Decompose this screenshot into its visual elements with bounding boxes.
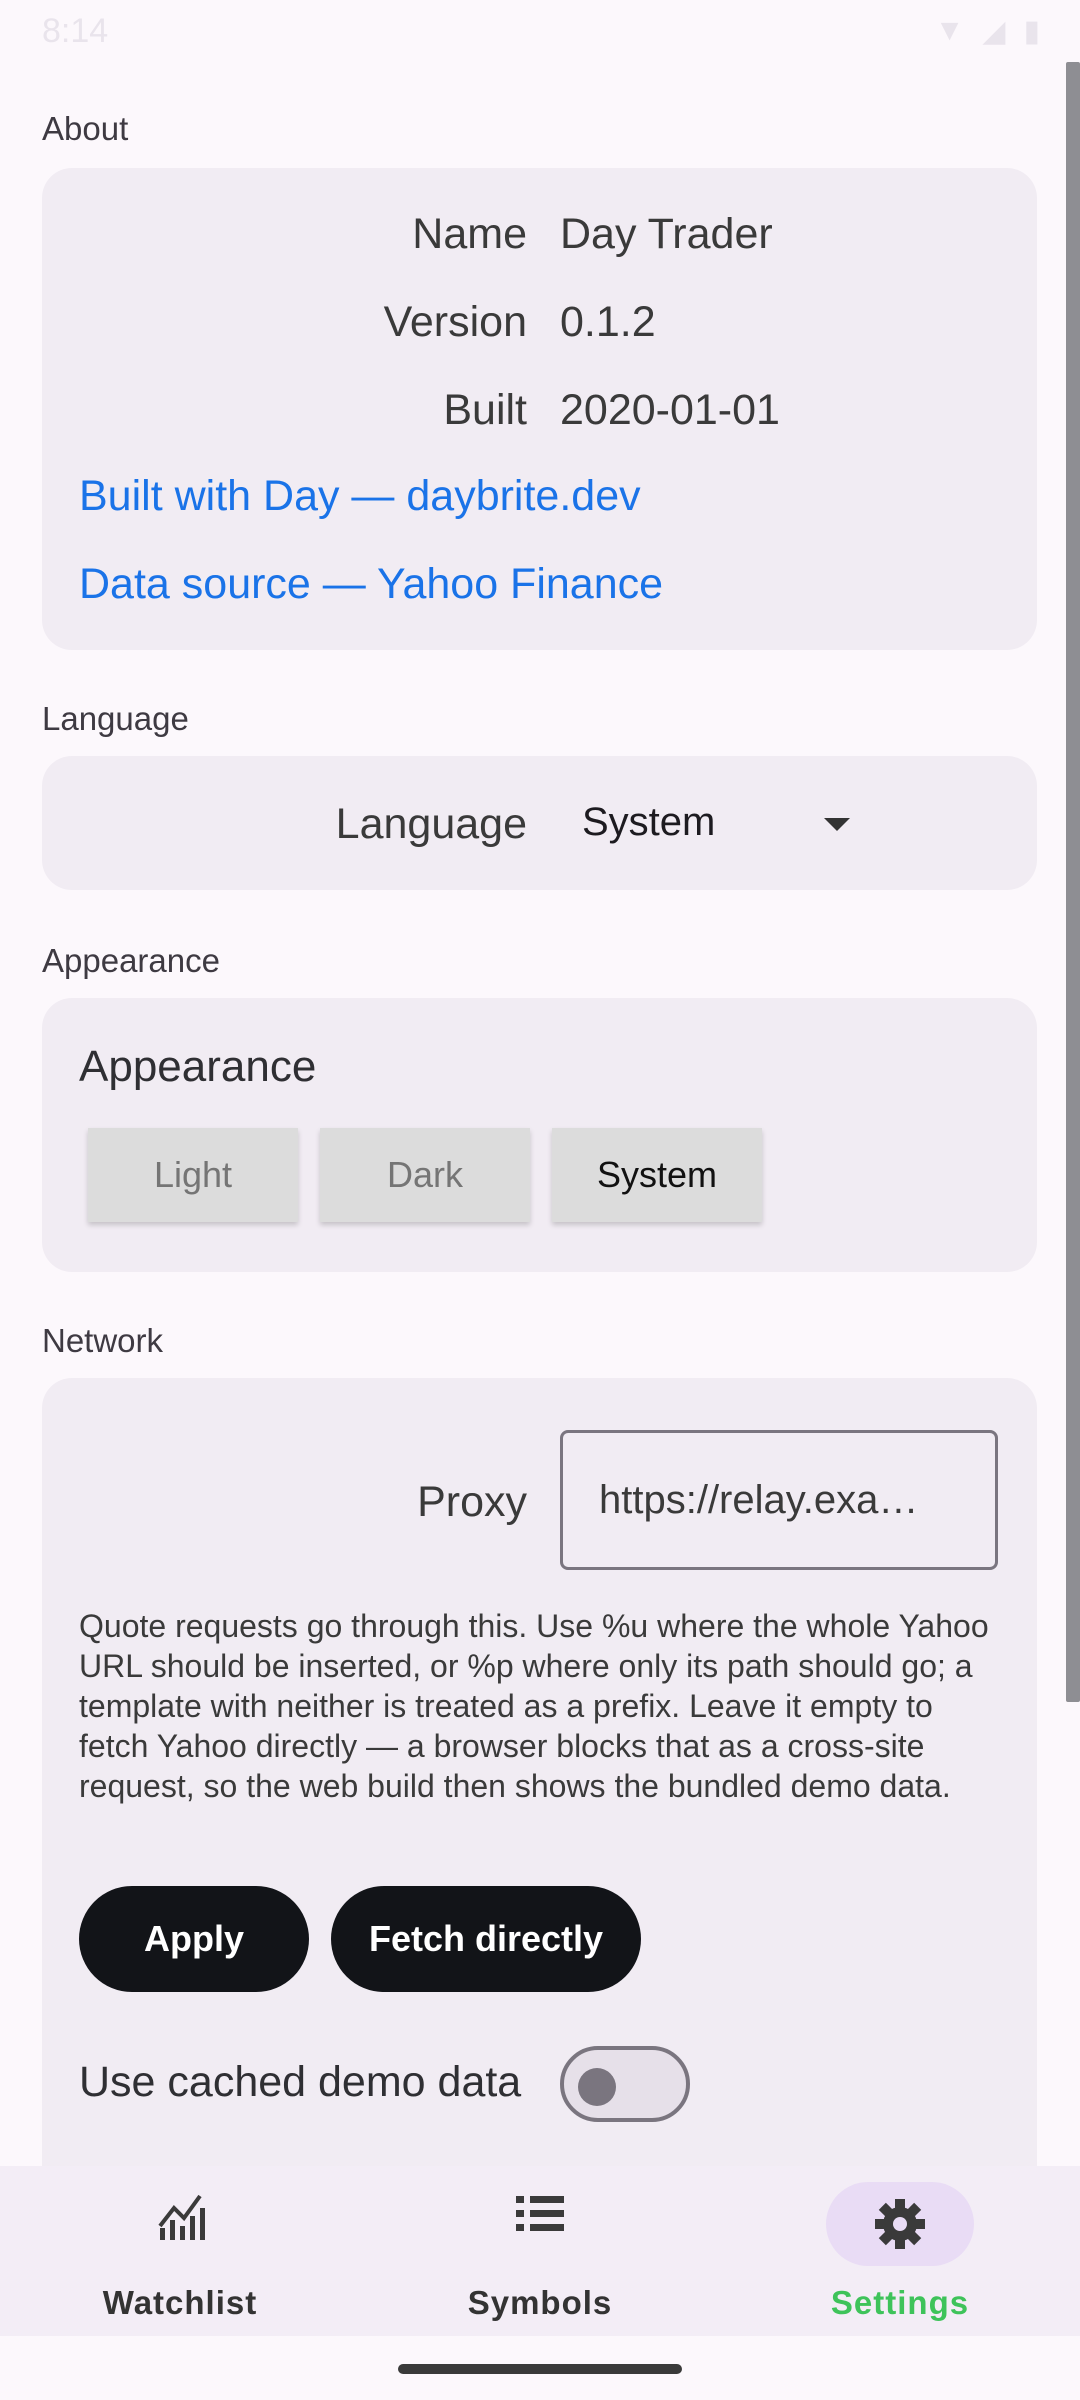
theme-system-button[interactable]: System bbox=[552, 1128, 762, 1222]
network-section-title: Network bbox=[42, 1322, 164, 1359]
status-bar: 8:14 ▼ ◢ ▮ bbox=[0, 0, 1080, 62]
nav-label: Settings bbox=[830, 2284, 970, 2321]
appearance-section-title: Appearance bbox=[42, 942, 220, 979]
list-icon bbox=[516, 2196, 564, 2231]
proxy-input[interactable]: https://relay.exa… bbox=[560, 1430, 998, 1570]
cached-demo-toggle[interactable] bbox=[560, 2046, 690, 2122]
theme-light-button[interactable]: Light bbox=[88, 1128, 298, 1222]
chart-icon bbox=[158, 2194, 205, 2240]
nav-label: Watchlist bbox=[102, 2284, 258, 2321]
scrollbar[interactable] bbox=[1066, 62, 1080, 1702]
network-card: Proxy https://relay.exa… Quote requests … bbox=[42, 1378, 1037, 2208]
status-time: 8:14 bbox=[42, 12, 109, 50]
about-row-version: Version 0.1.2 bbox=[42, 298, 1037, 358]
appearance-card: Appearance Light Dark System bbox=[42, 998, 1037, 1272]
about-row-name: Name Day Trader bbox=[42, 210, 1037, 270]
wifi-icon: ▼ bbox=[934, 14, 965, 47]
signal-icon: ◢ bbox=[982, 15, 1006, 48]
nav-label: Symbols bbox=[467, 2284, 613, 2321]
home-indicator[interactable] bbox=[398, 2364, 682, 2374]
dropdown-arrow-icon bbox=[824, 818, 850, 831]
language-section-title: Language bbox=[42, 700, 189, 737]
nav-item-symbols[interactable]: Symbols bbox=[360, 2166, 720, 2336]
fetch-directly-button[interactable]: Fetch directly bbox=[331, 1886, 641, 1992]
about-card: Name Day Trader Version 0.1.2 Built 2020… bbox=[42, 168, 1037, 650]
nav-item-watchlist[interactable]: Watchlist bbox=[0, 2166, 360, 2336]
data-source-link[interactable]: Data source — Yahoo Finance bbox=[79, 560, 663, 609]
about-row-built: Built 2020-01-01 bbox=[42, 386, 1037, 446]
about-row-value: Day Trader bbox=[560, 210, 773, 258]
nav-item-settings[interactable]: Settings bbox=[720, 2166, 1080, 2336]
proxy-help-text: Quote requests go through this. Use %u w… bbox=[79, 1608, 989, 1804]
about-row-value: 0.1.2 bbox=[560, 298, 656, 346]
built-with-day-link[interactable]: Built with Day — daybrite.dev bbox=[79, 472, 641, 521]
about-section-title: About bbox=[42, 110, 129, 147]
about-row-key: Built bbox=[443, 386, 527, 434]
status-icons: ▼ ◢ ▮ bbox=[935, 14, 1040, 49]
about-row-key: Name bbox=[412, 210, 527, 258]
about-row-value: 2020-01-01 bbox=[560, 386, 780, 434]
battery-icon: ▮ bbox=[1023, 15, 1040, 48]
gear-icon bbox=[875, 2199, 925, 2249]
about-row-key: Version bbox=[383, 298, 527, 346]
language-label: Language bbox=[335, 800, 527, 848]
theme-dark-button[interactable]: Dark bbox=[320, 1128, 530, 1222]
language-selected-value: System bbox=[582, 800, 716, 844]
language-card: Language System bbox=[42, 756, 1037, 890]
toggle-thumb bbox=[578, 2068, 616, 2106]
apply-button[interactable]: Apply bbox=[79, 1886, 309, 1992]
proxy-label: Proxy bbox=[417, 1478, 527, 1526]
cached-demo-label: Use cached demo data bbox=[79, 2058, 522, 2106]
appearance-heading: Appearance bbox=[79, 1042, 317, 1091]
bottom-navigation: Watchlist Symbols Settings bbox=[0, 2166, 1080, 2336]
language-dropdown[interactable]: System bbox=[582, 786, 882, 862]
